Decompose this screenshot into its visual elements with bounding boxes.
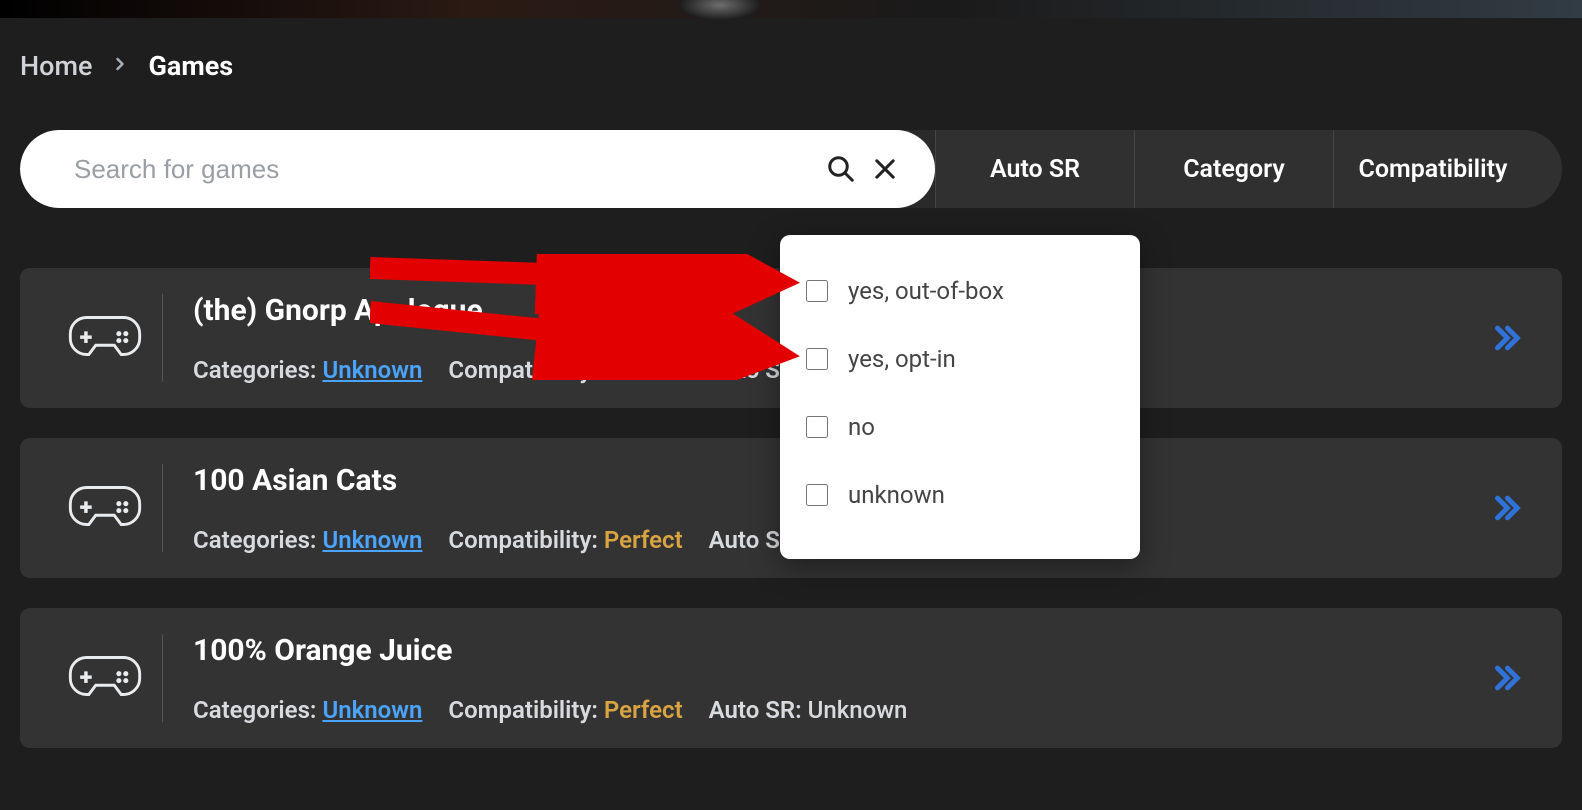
close-icon[interactable] [863,147,907,191]
header-decor-circle [680,0,760,20]
game-info: 100% Orange Juice Categories: Unknown Co… [163,633,1486,724]
compatibility-label: Compatibility: [448,526,598,554]
checkbox[interactable] [806,280,828,302]
filter-compatibility[interactable]: Compatibility [1333,130,1562,208]
categories-value[interactable]: Unknown [322,696,422,724]
breadcrumb: Home Games [20,50,1562,82]
header-strip [0,0,1582,18]
filter-category[interactable]: Category [1134,130,1333,208]
dropdown-option-no[interactable]: no [806,393,1114,461]
compatibility-value: Perfect [604,526,683,554]
option-label: yes, out-of-box [848,277,1004,305]
search-icon[interactable] [819,147,863,191]
filter-label: Compatibility [1359,155,1508,184]
categories-label: Categories: [193,356,316,384]
checkbox[interactable] [806,348,828,370]
game-controller-icon [48,464,163,552]
filter-auto-sr[interactable]: Auto SR [935,130,1134,208]
categories-value[interactable]: Unknown [322,526,422,554]
checkbox[interactable] [806,484,828,506]
dropdown-option-yes-opt-in[interactable]: yes, opt-in [806,325,1114,393]
expand-icon[interactable] [1486,318,1526,358]
autosr-value: Unknown [808,696,908,724]
option-label: unknown [848,481,945,509]
dropdown-option-unknown[interactable]: unknown [806,461,1114,529]
checkbox[interactable] [806,416,828,438]
annotation-arrow-icon [370,300,800,380]
chevron-right-icon [110,52,130,80]
compatibility-label: Compatibility: [448,696,598,724]
search-input[interactable] [74,154,819,185]
autosr-label: Auto SR: [709,696,802,724]
game-controller-icon [48,634,163,722]
search-box[interactable] [20,130,935,208]
option-label: yes, opt-in [848,345,956,373]
filter-label: Auto SR [990,155,1080,184]
game-controller-icon [48,294,163,382]
game-meta: Categories: Unknown Compatibility: Perfe… [193,696,1486,724]
auto-sr-dropdown[interactable]: yes, out-of-box yes, opt-in no unknown [780,235,1140,559]
game-title: 100% Orange Juice [193,633,1486,668]
breadcrumb-home[interactable]: Home [20,50,92,82]
option-label: no [848,413,875,441]
filter-label: Category [1183,155,1285,184]
categories-label: Categories: [193,526,316,554]
expand-icon[interactable] [1486,488,1526,528]
expand-icon[interactable] [1486,658,1526,698]
dropdown-option-yes-out-of-box[interactable]: yes, out-of-box [806,257,1114,325]
compatibility-value: Perfect [604,696,683,724]
categories-label: Categories: [193,696,316,724]
search-filter-bar: Auto SR Category Compatibility [20,130,1562,208]
breadcrumb-current: Games [148,50,233,82]
game-row[interactable]: 100% Orange Juice Categories: Unknown Co… [20,608,1562,748]
